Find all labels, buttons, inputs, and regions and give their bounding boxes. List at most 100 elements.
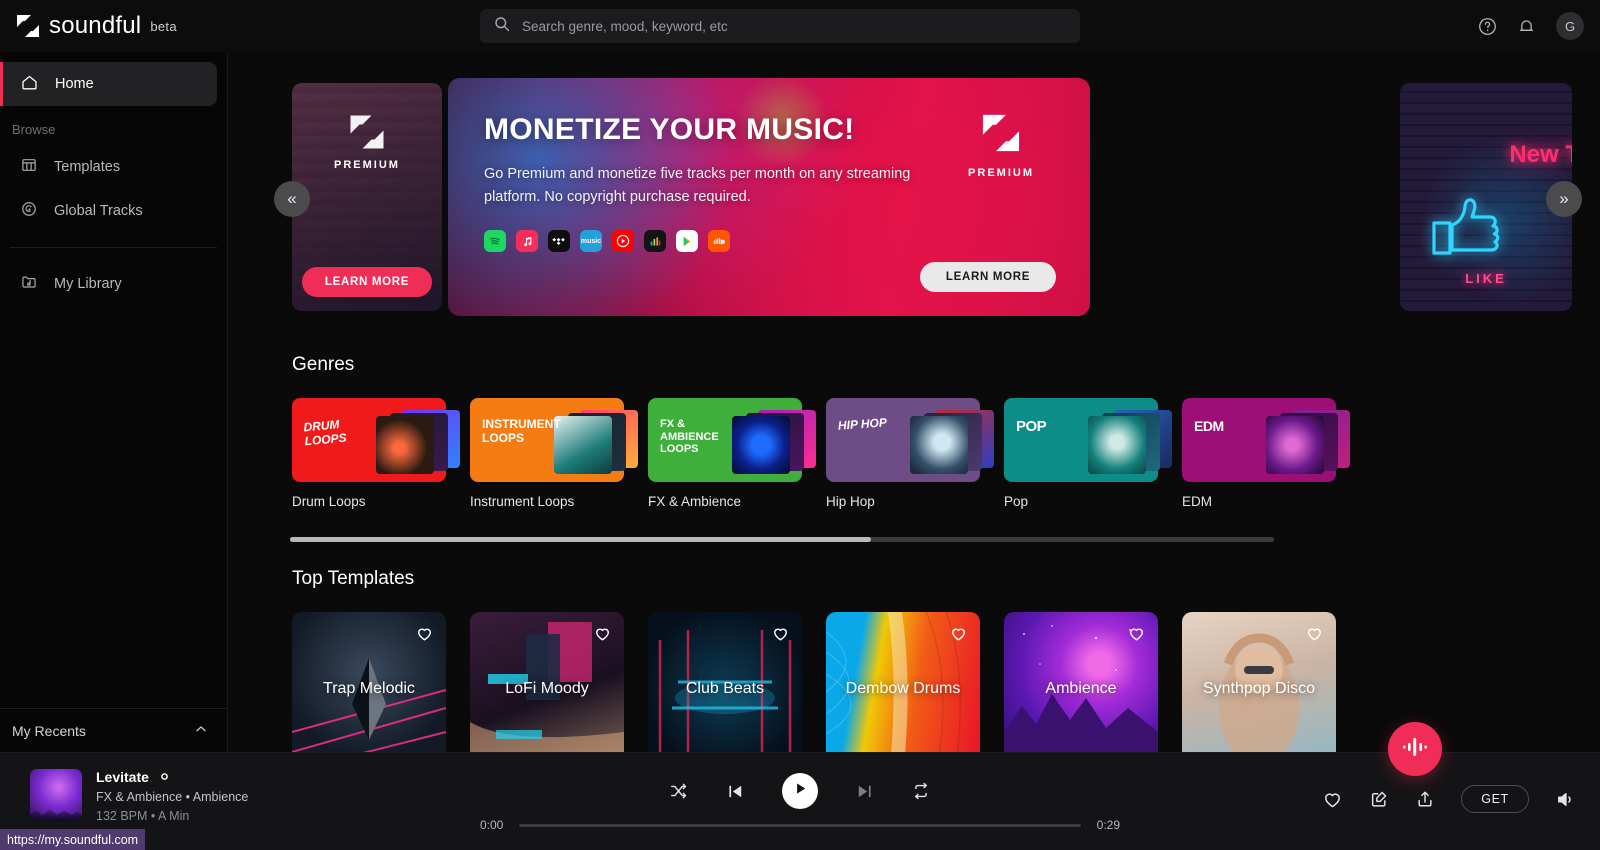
streaming-services-row: music bbox=[484, 230, 1090, 253]
tidal-icon bbox=[548, 230, 570, 253]
brand-name: soundful bbox=[49, 12, 142, 39]
heart-icon[interactable] bbox=[771, 624, 790, 648]
template-name: Dembow Drums bbox=[845, 680, 961, 697]
play-button[interactable] bbox=[782, 773, 818, 809]
template-card[interactable]: Club Beats bbox=[648, 612, 802, 752]
help-circle-icon[interactable] bbox=[1478, 17, 1497, 36]
template-card[interactable]: Trap Melodic bbox=[292, 612, 446, 752]
heart-icon[interactable] bbox=[949, 624, 968, 648]
main-content: PREMIUM LEARN MORE « MONETIZE YOUR MUSIC… bbox=[228, 52, 1600, 752]
carousel-peek-left[interactable]: PREMIUM LEARN MORE bbox=[292, 83, 442, 311]
get-button[interactable]: GET bbox=[1461, 785, 1529, 813]
search-input[interactable] bbox=[522, 18, 1066, 34]
sidebar-item-label: Templates bbox=[54, 159, 121, 175]
promo-carousel: PREMIUM LEARN MORE « MONETIZE YOUR MUSIC… bbox=[228, 78, 1600, 328]
edit-square-icon[interactable] bbox=[1369, 789, 1389, 809]
avatar[interactable]: G bbox=[1556, 12, 1584, 40]
neon-new-text: New T bbox=[1509, 141, 1572, 168]
sidebar-item-templates[interactable]: Templates bbox=[0, 145, 227, 189]
soundful-logo-icon bbox=[14, 12, 42, 40]
template-card[interactable]: Synthpop Disco bbox=[1182, 612, 1336, 752]
status-bar-url: https://my.soundful.com bbox=[0, 829, 146, 850]
carousel-next-button[interactable]: » bbox=[1546, 181, 1582, 217]
sidebar-item-my-library[interactable]: My Library bbox=[0, 262, 227, 306]
carousel-prev-button[interactable]: « bbox=[274, 181, 310, 217]
genre-name: FX & Ambience bbox=[648, 494, 742, 509]
heart-icon[interactable] bbox=[1305, 624, 1324, 648]
genre-item[interactable]: INSTRUMENT LOOPS Instrument Loops bbox=[470, 398, 638, 509]
genres-scrollbar-thumb[interactable] bbox=[290, 537, 871, 542]
genre-art-label: INSTRUMENT LOOPS bbox=[482, 417, 561, 445]
amazon-music-icon: music bbox=[580, 230, 602, 253]
player-timeline: 0:00 0:29 bbox=[480, 818, 1120, 832]
genre-item[interactable]: hip hop Hip Hop bbox=[826, 398, 994, 509]
genre-name: Hip Hop bbox=[826, 494, 875, 509]
repeat-icon[interactable] bbox=[911, 781, 931, 801]
genre-art-label: POP bbox=[1016, 418, 1047, 435]
premium-logo-left: PREMIUM bbox=[292, 111, 442, 171]
hero-learn-more-button[interactable]: LEARN MORE bbox=[920, 262, 1056, 292]
genre-item[interactable]: EDM EDM bbox=[1182, 398, 1350, 509]
genre-art-stack bbox=[550, 408, 642, 474]
grid-icon bbox=[20, 156, 38, 178]
template-card[interactable]: Ambience bbox=[1004, 612, 1158, 752]
genre-name: Instrument Loops bbox=[470, 494, 575, 509]
heart-icon[interactable] bbox=[1322, 789, 1343, 810]
heart-icon[interactable] bbox=[415, 624, 434, 648]
youtube-music-icon bbox=[612, 230, 634, 253]
progress-bar[interactable] bbox=[519, 823, 1081, 827]
skip-previous-icon[interactable] bbox=[725, 781, 746, 802]
template-card[interactable]: LoFi Moody bbox=[470, 612, 624, 752]
hero-banner[interactable]: MONETIZE YOUR MUSIC! Go Premium and mone… bbox=[448, 78, 1090, 316]
google-play-icon bbox=[676, 230, 698, 253]
my-recents-label: My Recents bbox=[12, 722, 86, 739]
templates-title: Top Templates bbox=[292, 568, 415, 589]
apple-music-icon bbox=[516, 230, 538, 253]
genre-art-stack bbox=[1084, 408, 1176, 474]
shuffle-icon[interactable] bbox=[669, 781, 689, 801]
sidebar-item-global-tracks[interactable]: Global Tracks bbox=[0, 189, 227, 233]
premium-logo-hero: PREMIUM bbox=[968, 110, 1034, 179]
sidebar-divider bbox=[10, 247, 217, 248]
brand-logo[interactable]: soundful beta bbox=[0, 12, 228, 40]
sidebar-item-label: Global Tracks bbox=[54, 203, 143, 219]
spotify-icon bbox=[484, 230, 506, 253]
genre-art-label: FX & AMBIENCE LOOPS bbox=[660, 418, 719, 456]
disc-icon bbox=[20, 200, 38, 222]
genre-item[interactable]: POP Pop bbox=[1004, 398, 1172, 509]
play-icon bbox=[793, 781, 808, 801]
peek-left-learn-more-button[interactable]: LEARN MORE bbox=[302, 267, 432, 297]
waveform-icon bbox=[1402, 736, 1428, 763]
genres-scrollbar[interactable] bbox=[290, 537, 1274, 542]
create-track-fab[interactable] bbox=[1388, 722, 1442, 776]
heart-icon[interactable] bbox=[593, 624, 612, 648]
sidebar-item-label: My Library bbox=[54, 276, 122, 292]
genre-art-stack bbox=[1262, 408, 1354, 474]
thumbs-up-neon-icon bbox=[1426, 185, 1514, 263]
template-name: Synthpop Disco bbox=[1202, 680, 1316, 697]
genre-name: Pop bbox=[1004, 494, 1029, 509]
my-recents-toggle[interactable]: My Recents bbox=[0, 708, 227, 752]
share-upload-icon[interactable] bbox=[1415, 789, 1435, 809]
bell-icon[interactable] bbox=[1517, 17, 1536, 36]
skip-next-icon[interactable] bbox=[854, 781, 875, 802]
genre-item[interactable]: FX & AMBIENCE LOOPS FX & Ambience bbox=[648, 398, 816, 509]
template-card[interactable]: Dembow Drums bbox=[826, 612, 980, 752]
volume-icon[interactable] bbox=[1555, 789, 1576, 810]
genres-row: DRUM LOOPS Drum Loops INSTRUMENT LOOPS I… bbox=[228, 398, 1600, 509]
chevron-up-icon bbox=[193, 721, 209, 740]
top-bar-actions: G bbox=[1478, 0, 1584, 52]
genre-name: Drum Loops bbox=[292, 494, 366, 509]
player-actions: GET bbox=[1322, 785, 1576, 813]
search-bar[interactable] bbox=[480, 9, 1080, 43]
genre-art-label: EDM bbox=[1194, 418, 1224, 434]
sidebar-item-home[interactable]: Home bbox=[0, 62, 217, 106]
genre-art-stack bbox=[906, 408, 998, 474]
total-time: 0:29 bbox=[1096, 818, 1120, 832]
genres-title: Genres bbox=[292, 354, 355, 375]
beatport-icon bbox=[644, 230, 666, 253]
hero-subtitle: Go Premium and monetize five tracks per … bbox=[484, 166, 911, 205]
template-name: LoFi Moody bbox=[505, 680, 589, 697]
genre-item[interactable]: DRUM LOOPS Drum Loops bbox=[292, 398, 460, 509]
heart-icon[interactable] bbox=[1127, 624, 1146, 648]
